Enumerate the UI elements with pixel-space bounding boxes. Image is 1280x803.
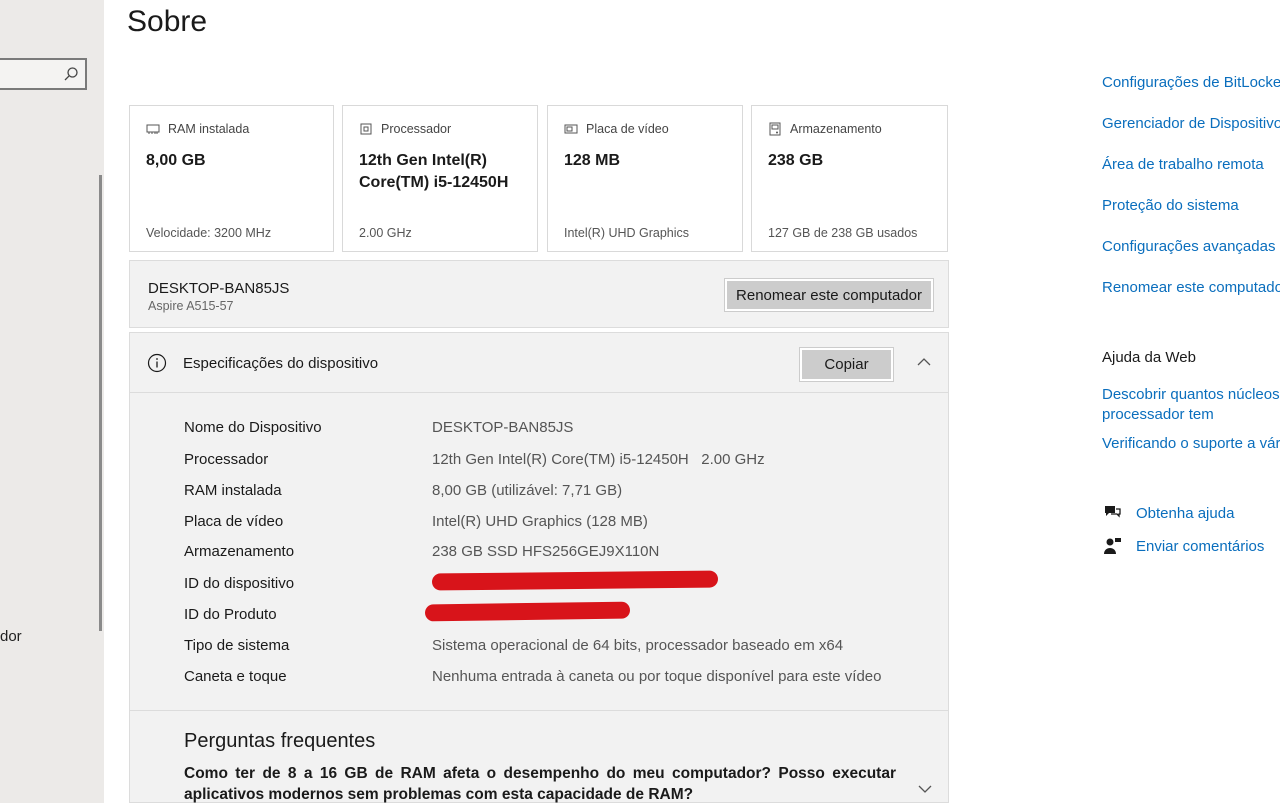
spec-key: ID do dispositivo	[184, 575, 295, 592]
ram-icon	[146, 124, 160, 134]
spec-value: Sistema operacional de 64 bits, processa…	[432, 637, 844, 654]
storage-icon	[769, 122, 781, 136]
redaction-mark	[424, 601, 631, 622]
feedback-item[interactable]: Enviar comentários	[1102, 536, 1264, 556]
sidebar-item-label[interactable]: dor	[0, 628, 22, 645]
link-remote-desktop[interactable]: Área de trabalho remota	[1102, 156, 1264, 173]
link-device-manager[interactable]: Gerenciador de Dispositivos	[1102, 115, 1280, 132]
chevron-up-icon[interactable]	[915, 353, 933, 371]
divider	[130, 710, 948, 711]
card-label: Processador	[381, 122, 452, 136]
search-icon	[64, 67, 78, 81]
specs-title: Especificações do dispositivo	[183, 355, 379, 372]
redaction-mark	[431, 570, 719, 591]
card-label: Placa de vídeo	[586, 122, 669, 136]
chat-help-icon	[1105, 506, 1121, 518]
storage-card: Armazenamento 238 GB 127 GB de 238 GB us…	[751, 105, 948, 252]
card-value: 128 MB	[564, 152, 621, 169]
card-subtitle: Intel(R) UHD Graphics	[564, 226, 690, 240]
page-title: Sobre	[127, 5, 208, 38]
spec-value: 12th Gen Intel(R) Core(TM) i5-12450H 2.0…	[432, 451, 765, 468]
spec-value: 8,00 GB (utilizável: 7,71 GB)	[432, 482, 623, 499]
related-settings: Configurações de BitLocker Gerenciador d…	[1102, 0, 1280, 803]
gpu-card: Placa de vídeo 128 MB Intel(R) UHD Graph…	[547, 105, 743, 252]
link-cpu-cores[interactable]: Descobrir quantos núcleos n processador …	[1102, 385, 1280, 425]
card-value: 238 GB	[768, 152, 824, 169]
chevron-down-icon[interactable]	[917, 781, 933, 797]
faq-title: Perguntas frequentes	[184, 730, 376, 752]
device-model: Aspire A515-57	[148, 299, 234, 313]
spec-key: RAM instalada	[184, 482, 282, 499]
gpu-icon	[564, 124, 578, 134]
info-icon	[147, 353, 167, 373]
spec-key: Caneta e toque	[184, 668, 287, 685]
card-subtitle: Velocidade: 3200 MHz	[146, 226, 272, 240]
spec-key: Nome do Dispositivo	[184, 419, 322, 436]
link-rename-computer[interactable]: Renomear este computador	[1102, 279, 1280, 296]
spec-value: Intel(R) UHD Graphics (128 MB)	[432, 513, 648, 530]
processor-card: Processador 12th Gen Intel(R) Core(TM) i…	[342, 105, 538, 252]
device-name: DESKTOP-BAN85JS	[148, 280, 290, 297]
get-help-link[interactable]: Obtenha ajuda	[1136, 505, 1234, 522]
spec-value: 238 GB SSD HFS256GEJ9X110N	[432, 543, 660, 560]
card-subtitle: 2.00 GHz	[359, 226, 412, 240]
ram-card: RAM instalada 8,00 GB Velocidade: 3200 M…	[129, 105, 334, 252]
card-value: 12th Gen Intel(R) Core(TM) i5-12450H	[359, 152, 509, 191]
spec-key: ID do Produto	[184, 606, 277, 623]
card-subtitle: 127 GB de 238 GB usados	[768, 226, 918, 240]
feedback-icon	[1104, 538, 1121, 554]
card-label: RAM instalada	[168, 122, 250, 136]
spec-key: Armazenamento	[184, 543, 295, 560]
link-advanced-settings[interactable]: Configurações avançadas d	[1102, 238, 1280, 255]
card-value: 8,00 GB	[146, 152, 206, 169]
device-specifications-panel: Especificações do dispositivo Copiar Nom…	[129, 332, 949, 803]
link-bitlocker[interactable]: Configurações de BitLocker	[1102, 74, 1280, 91]
sidebar: dor	[0, 0, 104, 803]
spec-value: DESKTOP-BAN85JS	[432, 419, 574, 436]
copy-button[interactable]: Copiar	[799, 347, 894, 382]
rename-computer-button[interactable]: Renomear este computador	[724, 278, 934, 312]
get-help-item[interactable]: Obtenha ajuda	[1102, 503, 1234, 523]
card-label: Armazenamento	[790, 122, 882, 136]
feedback-link[interactable]: Enviar comentários	[1136, 538, 1264, 555]
specs-header[interactable]: Especificações do dispositivo Copiar	[130, 333, 948, 393]
spec-key: Processador	[184, 451, 269, 468]
spec-value: Nenhuma entrada à caneta ou por toque di…	[432, 668, 882, 685]
sidebar-scrollbar[interactable]	[99, 175, 102, 631]
spec-key: Tipo de sistema	[184, 637, 290, 654]
processor-icon	[360, 123, 372, 135]
spec-key: Placa de vídeo	[184, 513, 284, 530]
device-name-bar: DESKTOP-BAN85JS Aspire A515-57 Renomear …	[129, 260, 949, 328]
link-check-support[interactable]: Verificando o suporte a vári	[1102, 435, 1280, 452]
web-help-title: Ajuda da Web	[1102, 349, 1196, 366]
search-input[interactable]	[0, 58, 87, 90]
faq-question[interactable]: Como ter de 8 a 16 GB de RAM afeta o des…	[184, 763, 896, 803]
link-system-protection[interactable]: Proteção do sistema	[1102, 197, 1239, 214]
